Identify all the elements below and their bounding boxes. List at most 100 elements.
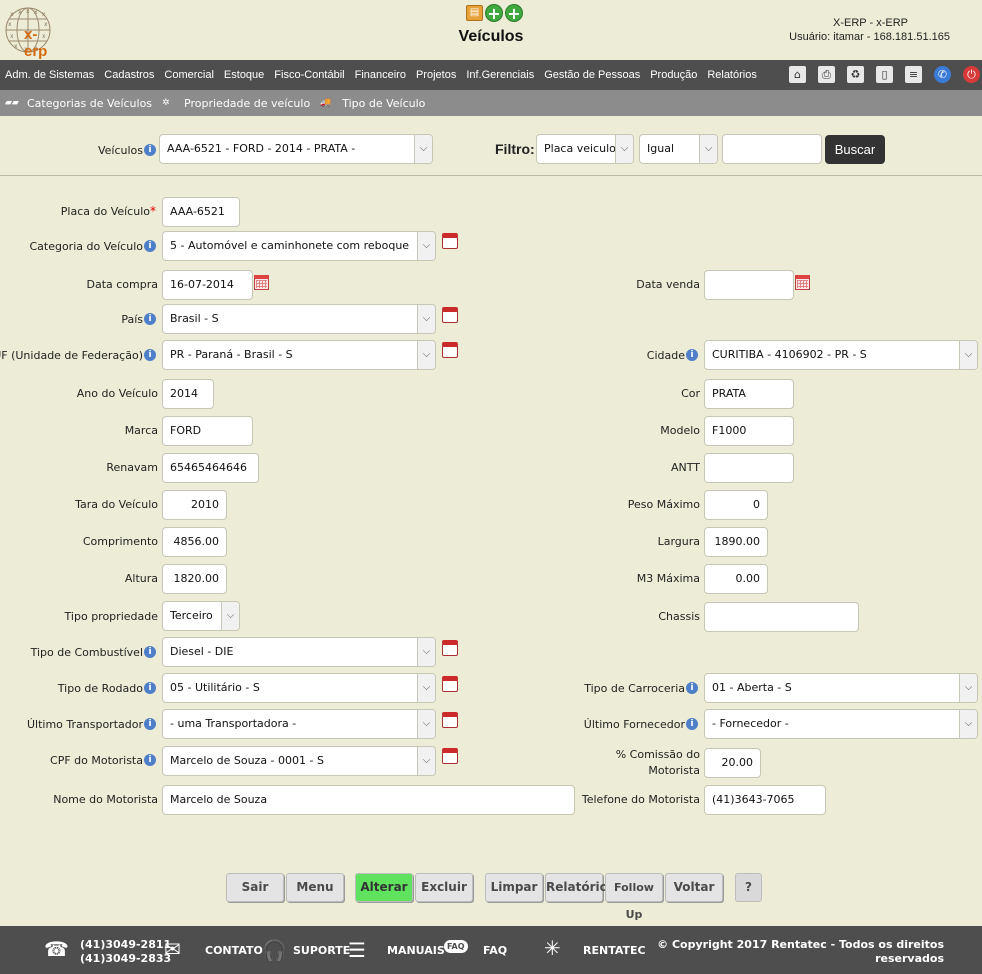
cidade-select[interactable]: CURITIBA - 4106902 - PR - S ⌵ — [704, 340, 978, 370]
footer-faq-link[interactable]: FAQ — [483, 944, 507, 957]
categoria-select[interactable]: 5 - Automóvel e caminhonete com reboque … — [162, 231, 436, 261]
menu-fisco-contabil[interactable]: Fisco-Contábil — [269, 69, 349, 81]
menu-comercial[interactable]: Comercial — [159, 69, 219, 81]
report-icon[interactable]: ▤ — [466, 5, 483, 21]
chevron-down-icon: ⌵ — [417, 710, 435, 738]
calendar-icon[interactable] — [254, 275, 269, 290]
comissao-input[interactable]: 20.00 — [704, 748, 761, 778]
search-button[interactable]: Buscar — [825, 135, 885, 164]
nome-motorista-input[interactable]: Marcelo de Souza — [162, 785, 575, 815]
altura-input[interactable]: 1820.00 — [162, 564, 227, 594]
menu-estoque[interactable]: Estoque — [219, 69, 269, 81]
relatorio-button[interactable]: Relatório — [545, 873, 608, 902]
chevron-down-icon: ⌵ — [959, 341, 977, 369]
vehicle-select[interactable]: AAA-6521 - FORD - 2014 - PRATA - ⌵ — [159, 134, 433, 164]
data-venda-label: Data venda — [636, 278, 700, 291]
chat-icon[interactable]: ✆ — [934, 66, 951, 83]
carroceria-select[interactable]: 01 - Aberta - S ⌵ — [704, 673, 978, 703]
modelo-input[interactable]: F1000 — [704, 416, 794, 446]
antt-input[interactable] — [704, 453, 794, 483]
network-icon: ✲ — [162, 98, 170, 108]
rodado-select[interactable]: 05 - Utilitário - S ⌵ — [162, 673, 436, 703]
footer-rentatec-link[interactable]: RENTATEC — [583, 944, 646, 957]
excluir-button[interactable]: Excluir — [415, 873, 473, 902]
combustivel-label: Tipo de Combustível i — [31, 646, 156, 659]
info-icon: i — [144, 682, 156, 694]
m3-maxima-input[interactable]: 0.00 — [704, 564, 768, 594]
placa-input[interactable]: AAA-6521 — [162, 197, 240, 227]
add-record-icon[interactable] — [442, 342, 458, 358]
filter-label: Filtro: — [495, 141, 535, 157]
data-venda-input[interactable] — [704, 270, 794, 300]
help-button[interactable]: ? — [735, 873, 762, 902]
menu-inf-gerenciais[interactable]: Inf.Gerenciais — [461, 69, 539, 81]
info-icon: i — [144, 349, 156, 361]
follow-up-button[interactable]: Follow Up — [605, 873, 663, 921]
cor-input[interactable]: PRATA — [704, 379, 794, 409]
menu-gestao-pessoas[interactable]: Gestão de Pessoas — [539, 69, 645, 81]
add-icon[interactable]: + — [485, 4, 503, 22]
filter-value-input[interactable] — [722, 134, 822, 164]
cpf-motorista-select[interactable]: Marcelo de Souza - 0001 - S ⌵ — [162, 746, 436, 776]
add-record-icon[interactable] — [442, 748, 458, 764]
transportador-label: Último Transportador i — [27, 718, 156, 731]
info-icon: i — [686, 349, 698, 361]
footer-manuais-link[interactable]: MANUAIS — [387, 944, 445, 957]
menu-adm-sistemas[interactable]: Adm. de Sistemas — [0, 69, 99, 81]
sair-button[interactable]: Sair — [226, 873, 284, 902]
limpar-button[interactable]: Limpar — [485, 873, 543, 902]
add-record-icon[interactable] — [442, 233, 458, 249]
submenu-tipo-veiculo[interactable]: 🚚 Tipo de Veículo — [315, 97, 430, 110]
menu-cadastros[interactable]: Cadastros — [99, 69, 159, 81]
footer-suporte-link[interactable]: SUPORTE — [293, 944, 350, 957]
comissao-label: % Comissão do Motorista — [615, 748, 700, 777]
power-icon[interactable]: ⏻ — [963, 66, 980, 83]
data-compra-input[interactable]: 16-07-2014 — [162, 270, 253, 300]
comprimento-input[interactable]: 4856.00 — [162, 527, 227, 557]
submenu-categorias-veiculos[interactable]: ▰▰ Categorias de Veículos — [0, 97, 157, 110]
peso-maximo-label: Peso Máximo — [627, 498, 700, 511]
fornecedor-select[interactable]: - Fornecedor - ⌵ — [704, 709, 978, 739]
telefone-motorista-input[interactable]: (41)3643-7065 — [704, 785, 826, 815]
renavam-input[interactable]: 65465464646 — [162, 453, 259, 483]
pais-select[interactable]: Brasil - S ⌵ — [162, 304, 436, 334]
header-quick-actions: ▤ + + — [466, 4, 523, 22]
uf-select[interactable]: PR - Paraná - Brasil - S ⌵ — [162, 340, 436, 370]
marca-input[interactable]: FORD — [162, 416, 253, 446]
transportador-select[interactable]: - uma Transportadora - ⌵ — [162, 709, 436, 739]
add-record-icon[interactable] — [442, 307, 458, 323]
alterar-button[interactable]: Alterar — [355, 873, 413, 902]
add-new-icon[interactable]: + — [505, 4, 523, 22]
svg-text:x: x — [42, 11, 46, 18]
list-icon[interactable]: ≡ — [905, 66, 922, 83]
filter-field-select[interactable]: Placa veiculo ⌵ — [536, 134, 634, 164]
recycle-icon[interactable]: ♻ — [847, 66, 864, 83]
calendar-icon[interactable] — [795, 275, 810, 290]
add-record-icon[interactable] — [442, 676, 458, 692]
menu-projetos[interactable]: Projetos — [411, 69, 461, 81]
menu-financeiro[interactable]: Financeiro — [350, 69, 411, 81]
sub-menu: ▰▰ Categorias de Veículos ✲ Propriedade … — [0, 90, 982, 116]
voltar-button[interactable]: Voltar — [665, 873, 723, 902]
footer-contato-link[interactable]: CONTATO — [205, 944, 263, 957]
add-record-icon[interactable] — [442, 712, 458, 728]
menu-button[interactable]: Menu — [286, 873, 344, 902]
home-icon[interactable]: ⌂ — [789, 66, 806, 83]
menu-relatorios[interactable]: Relatórios — [702, 69, 762, 81]
filter-operator-select[interactable]: Igual ⌵ — [639, 134, 718, 164]
tara-input[interactable]: 2010 — [162, 490, 227, 520]
system-name: X-ERP - x-ERP — [833, 17, 908, 29]
printer-icon[interactable]: ⎙ — [818, 66, 835, 83]
chassis-input[interactable] — [704, 602, 859, 632]
fornecedor-label: Último Fornecedor i — [584, 718, 698, 731]
truck-icon: 🚚 — [320, 98, 332, 108]
document-icon[interactable]: ▯ — [876, 66, 893, 83]
peso-maximo-input[interactable]: 0 — [704, 490, 768, 520]
largura-input[interactable]: 1890.00 — [704, 527, 768, 557]
menu-producao[interactable]: Produção — [645, 69, 702, 81]
submenu-propriedade-veiculo[interactable]: ✲ Propriedade de veículo — [157, 97, 315, 110]
combustivel-select[interactable]: Diesel - DIE ⌵ — [162, 637, 436, 667]
ano-input[interactable]: 2014 — [162, 379, 214, 409]
add-record-icon[interactable] — [442, 640, 458, 656]
tipo-propriedade-select[interactable]: Terceiro ⌵ — [162, 601, 240, 631]
